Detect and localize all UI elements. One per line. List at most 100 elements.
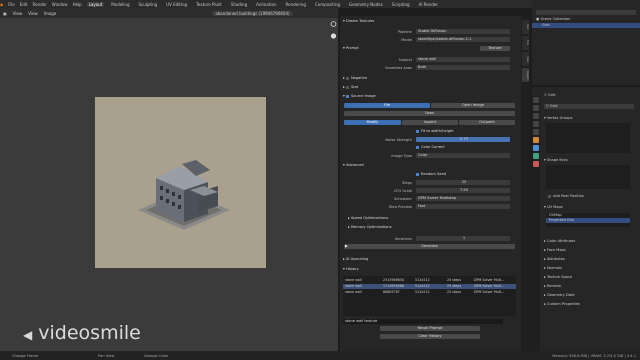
clear-history-button[interactable]: Clear History: [380, 334, 480, 339]
uv-maps-panel[interactable]: ▾ UV Maps: [544, 205, 563, 209]
workspace-tab-geometry-nodes[interactable]: Geometry Nodes: [347, 2, 385, 7]
size-subpanel[interactable]: ▸ Size: [343, 85, 358, 89]
prompt-header[interactable]: ▾ Prompt: [343, 46, 359, 50]
speed-optimizations-subpanel[interactable]: ▸ Speed Optimizations: [348, 216, 388, 220]
file-source-button[interactable]: File: [344, 103, 430, 108]
fit-checkbox[interactable]: Fit to width/height: [416, 129, 454, 133]
negative-subpanel[interactable]: ▸ Negative: [343, 76, 367, 80]
output-tab-icon[interactable]: [533, 113, 539, 119]
vertex-groups-panel[interactable]: ▾ Vertex Groups: [544, 116, 572, 120]
tab-dream[interactable]: Dream: [522, 68, 529, 82]
normals-panel[interactable]: ▸ Normals: [544, 266, 562, 270]
history-scheduler: DPM Solver Mult...: [474, 290, 505, 294]
shape-keys-list[interactable]: [546, 165, 630, 189]
iterations-field[interactable]: 1: [416, 236, 510, 241]
history-list[interactable]: stone wall 2315969830 512x512 25 steps D…: [343, 276, 516, 316]
model-dropdown[interactable]: stabilityai/stable-diffusion-2-1: [416, 37, 510, 42]
remesh-panel[interactable]: ▸ Remesh: [544, 284, 561, 288]
workspace-tab-rendering[interactable]: Rendering: [284, 2, 308, 7]
memory-optimizations-label: Memory Optimizations: [350, 225, 392, 229]
tool-tab-icon[interactable]: [533, 97, 539, 103]
menu-window[interactable]: Window: [52, 2, 68, 7]
vertex-groups-list[interactable]: [546, 123, 630, 153]
outliner-item-grid[interactable]: Grid: [532, 23, 640, 28]
menu-render[interactable]: Render: [33, 2, 47, 7]
prompt-mode-dropdown[interactable]: Texture: [480, 46, 510, 51]
mesh-data-tab-icon[interactable]: [533, 153, 539, 159]
mesh-data-field[interactable]: ▽ Grid: [544, 104, 634, 109]
object-name-row[interactable]: ▽ Grid: [544, 93, 555, 97]
recall-prompt-button[interactable]: Recall Prompt: [380, 326, 480, 331]
view-menu-2[interactable]: View: [28, 11, 38, 16]
mode-inpaint-button[interactable]: Inpaint: [402, 120, 458, 125]
workspace-tab-scripting[interactable]: Scripting: [390, 2, 412, 7]
history-row[interactable]: stone wall 2315969830 512x512 25 steps D…: [343, 278, 516, 283]
history-row[interactable]: stone wall 80605787 512x512 25 steps DPM…: [343, 290, 516, 295]
cfg-scale-field[interactable]: 7.50: [416, 188, 510, 193]
open-image-source-button[interactable]: Open Image: [431, 103, 515, 108]
custom-properties-panel[interactable]: ▸ Custom Properties: [544, 302, 580, 306]
scene-collection-row[interactable]: ▣ Scene Collection: [536, 17, 570, 21]
workspace-tab-animation[interactable]: Animation: [254, 2, 278, 7]
pipeline-dropdown[interactable]: Stable Diffusion: [416, 29, 510, 34]
workspace-tab-texture-paint[interactable]: Texture Paint: [194, 2, 224, 7]
random-seed-checkbox[interactable]: Random Seed: [416, 172, 446, 176]
memory-optimizations-subpanel[interactable]: ▸ Memory Optimizations: [348, 225, 392, 229]
history-filter-input[interactable]: stone wall texture: [343, 319, 503, 324]
workspace-tab-sculpting[interactable]: Sculpting: [137, 2, 160, 7]
navigation-gizmo[interactable]: [330, 20, 337, 60]
uv-maps-list[interactable]: UVMap Projected UVs: [546, 213, 630, 227]
open-button[interactable]: Open: [344, 111, 515, 116]
add-rest-position-checkbox[interactable]: Add Rest Position: [548, 194, 584, 198]
scheduler-dropdown[interactable]: DPM Solver Multistep: [416, 196, 510, 201]
outliner-search[interactable]: [536, 10, 636, 15]
source-image-subpanel[interactable]: ▾ Source Image: [343, 94, 376, 98]
image-selector[interactable]: abandoned buildings (19906790604): [212, 10, 293, 16]
blender-logo-icon[interactable]: ◆: [0, 2, 3, 7]
workspace-tab-modeling[interactable]: Modeling: [109, 2, 131, 7]
tab-view[interactable]: View: [522, 52, 529, 66]
panel-title[interactable]: ▾ Dream Textures: [343, 19, 374, 23]
workspace-tab-shading[interactable]: Shading: [229, 2, 249, 7]
workspace-tab-ai-render[interactable]: AI Render: [417, 2, 440, 7]
color-correct-checkbox[interactable]: Color Correct: [416, 145, 445, 149]
view-menu[interactable]: View: [13, 11, 23, 16]
face-maps-panel[interactable]: ▸ Face Maps: [544, 248, 566, 252]
color-attributes-panel[interactable]: ▸ Color Attributes: [544, 239, 575, 243]
seamless-dropdown[interactable]: Both: [416, 65, 510, 70]
workspace-tab-uv-editing[interactable]: UV Editing: [164, 2, 189, 7]
mode-modify-button[interactable]: Modify: [344, 120, 401, 125]
step-preview-dropdown[interactable]: Fast: [416, 204, 510, 209]
advanced-subpanel[interactable]: ▾ Advanced: [343, 163, 364, 167]
history-row[interactable]: stone wall 1714959486 512x512 25 steps D…: [343, 284, 516, 289]
menu-edit[interactable]: Edit: [20, 2, 28, 7]
world-tab-icon[interactable]: [533, 129, 539, 135]
geometry-data-panel[interactable]: ▸ Geometry Data: [544, 293, 575, 297]
workspace-tab-compositing[interactable]: Compositing: [313, 2, 342, 7]
ai-upscaling-panel[interactable]: ▸ AI Upscaling: [343, 257, 368, 261]
tab-item[interactable]: Item: [522, 20, 529, 34]
attributes-panel[interactable]: ▸ Attributes: [544, 257, 565, 261]
steps-field[interactable]: 25: [416, 180, 510, 185]
image-type-dropdown[interactable]: Color: [416, 153, 510, 158]
tab-tool[interactable]: Tool: [522, 36, 529, 50]
modifier-tab-icon[interactable]: [533, 145, 539, 151]
object-tab-icon[interactable]: [533, 137, 539, 143]
menu-file[interactable]: File: [8, 2, 15, 7]
subject-input[interactable]: stone wall: [416, 57, 510, 62]
menu-help[interactable]: Help: [73, 2, 82, 7]
workspace-tab-layout[interactable]: Layout: [86, 1, 105, 7]
noise-strength-slider[interactable]: 0.75: [416, 137, 510, 142]
properties-editor: ▽ Grid ▽ Grid ▾ Vertex Groups ▾ Shape Ke…: [532, 87, 640, 351]
material-tab-icon[interactable]: [533, 161, 539, 167]
projected-uvs-item[interactable]: Projected UVs: [546, 218, 630, 223]
scene-tab-icon[interactable]: [533, 121, 539, 127]
shape-keys-panel[interactable]: ▾ Shape Keys: [544, 158, 568, 162]
texture-space-panel[interactable]: ▸ Texture Space: [544, 275, 572, 279]
editor-type-icon[interactable]: ▣: [3, 11, 7, 16]
generate-button[interactable]: Generate: [344, 244, 515, 249]
render-tab-icon[interactable]: [533, 105, 539, 111]
image-menu[interactable]: Image: [44, 11, 57, 16]
mode-outpaint-button[interactable]: Outpaint: [459, 120, 515, 125]
history-panel[interactable]: ▾ History: [343, 267, 359, 271]
